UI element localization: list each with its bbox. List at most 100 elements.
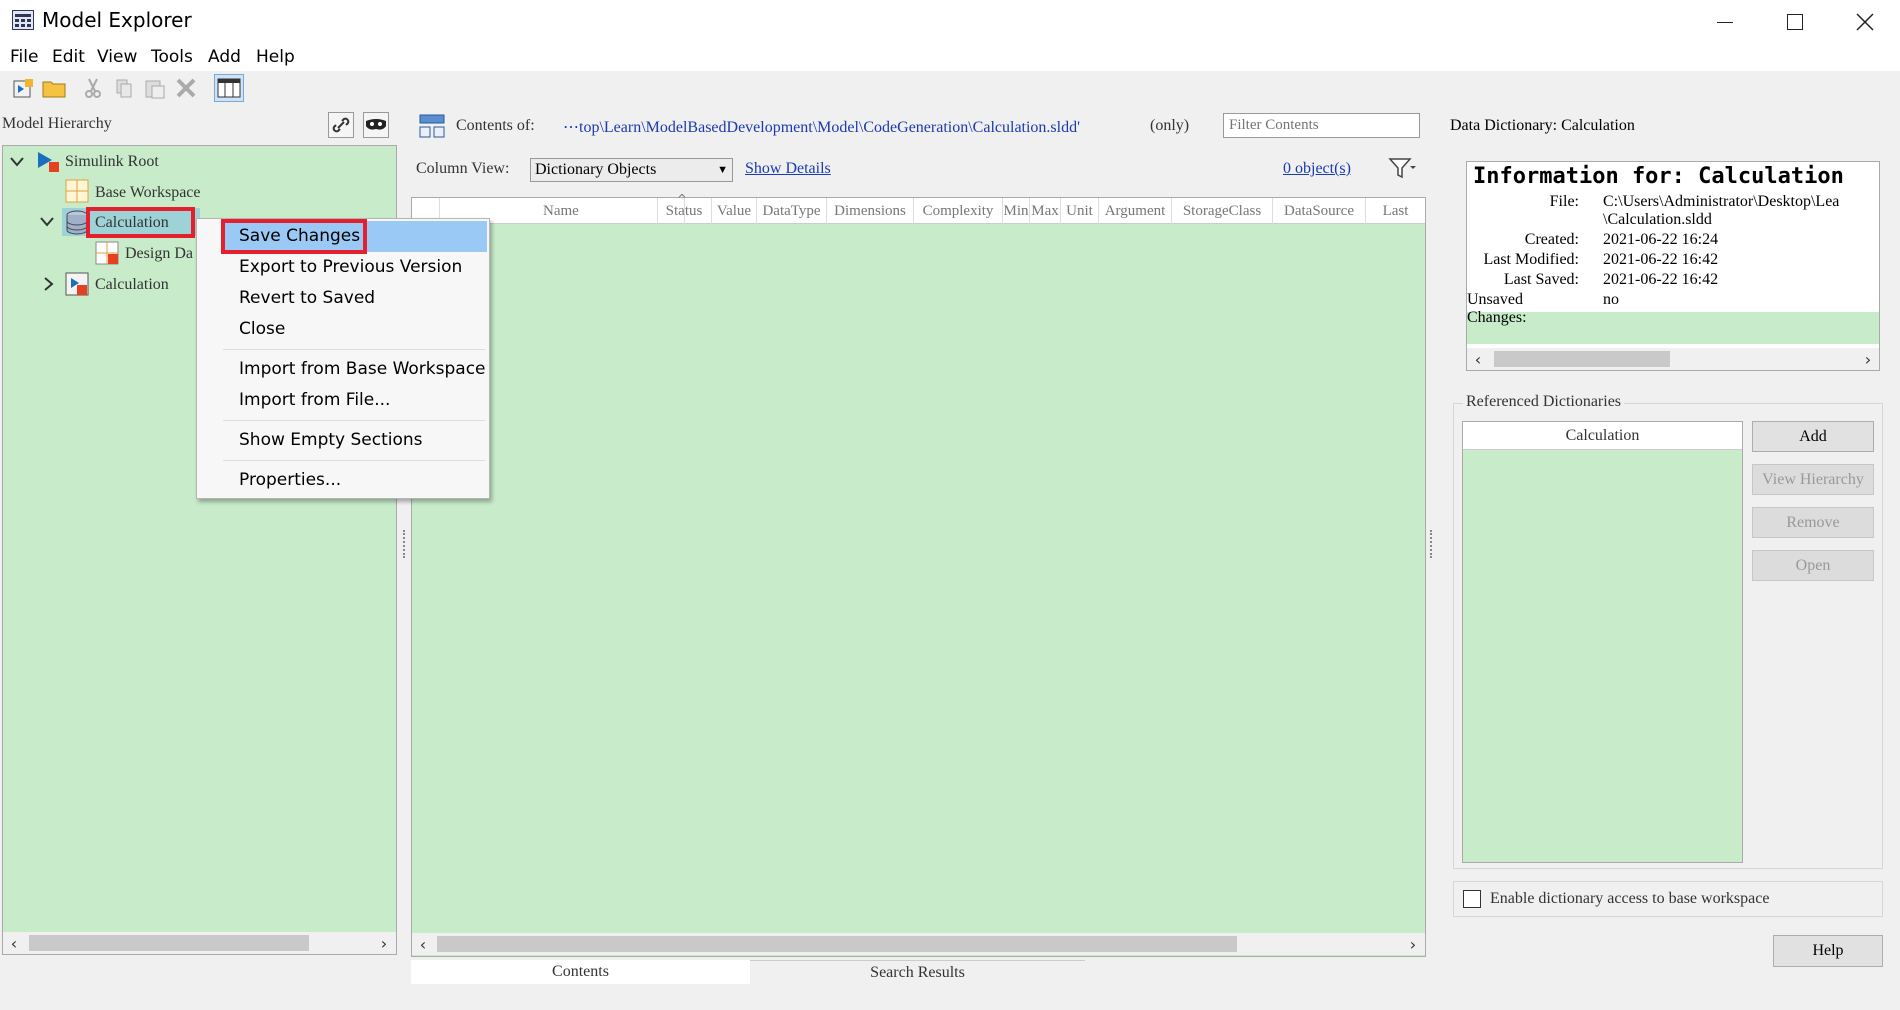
chevron-down-icon[interactable] — [9, 155, 25, 169]
chevron-down-icon[interactable] — [39, 215, 55, 229]
delete-button[interactable] — [173, 75, 199, 101]
scroll-left-icon[interactable]: ‹ — [1467, 348, 1489, 370]
link-button[interactable] — [328, 112, 354, 138]
add-button[interactable]: Add — [1752, 421, 1874, 452]
col-header-complexity[interactable]: Complexity — [914, 198, 1003, 224]
maximize-button[interactable] — [1760, 0, 1830, 44]
enable-access-label: Enable dictionary access to base workspa… — [1490, 890, 1770, 907]
contents-label: Contents of: — [456, 117, 535, 134]
tab-contents[interactable]: Contents — [411, 960, 750, 984]
copy-button[interactable] — [111, 75, 137, 101]
menu-help[interactable]: Help — [256, 47, 295, 67]
show-dialog-pane-button[interactable] — [214, 74, 244, 102]
info-horizontal-scrollbar[interactable]: ‹ › — [1467, 348, 1879, 370]
scroll-thumb[interactable] — [1494, 351, 1670, 367]
scroll-right-icon[interactable]: › — [373, 932, 395, 954]
view-hierarchy-button[interactable]: View Hierarchy — [1752, 464, 1874, 495]
mask-button[interactable] — [363, 112, 389, 138]
remove-button[interactable]: Remove — [1752, 507, 1874, 538]
menu-tools[interactable]: Tools — [151, 47, 193, 67]
scroll-right-icon[interactable]: › — [1402, 933, 1424, 955]
col-header-max[interactable]: Max — [1030, 198, 1061, 224]
open-button[interactable]: Open — [1752, 550, 1874, 581]
menu-view[interactable]: View — [97, 47, 137, 67]
tree-node-simulink-root[interactable]: Simulink Root — [65, 153, 159, 171]
tree-node-design-data[interactable]: Design Da — [125, 245, 193, 263]
table-horizontal-scrollbar[interactable]: ‹ › — [412, 933, 1425, 955]
scroll-thumb[interactable] — [437, 936, 1237, 952]
paste-button[interactable] — [142, 75, 168, 101]
paste-icon — [145, 80, 165, 99]
title-bar: Model Explorer — [0, 0, 1900, 44]
col-header-value[interactable]: Value — [712, 198, 757, 224]
contents-path: ⋯top\Learn\ModelBasedDevelopment\Model\C… — [563, 119, 1080, 136]
col-header-last[interactable]: Last — [1366, 198, 1425, 224]
col-header-unit[interactable]: Unit — [1061, 198, 1099, 224]
tree-node-base-workspace[interactable]: Base Workspace — [95, 184, 201, 202]
scroll-thumb[interactable] — [29, 935, 309, 951]
cut-icon — [85, 78, 101, 98]
menu-item-import-base-workspace[interactable]: Import from Base Workspace — [239, 359, 486, 379]
col-header-datatype[interactable]: DataType — [757, 198, 827, 224]
design-data-icon — [95, 241, 119, 265]
col-header-min[interactable]: Min — [1003, 198, 1030, 224]
menu-item-save-changes[interactable]: Save Changes — [239, 226, 360, 246]
dictionary-header: Data Dictionary: Calculation — [1450, 117, 1635, 134]
menu-separator — [223, 460, 485, 461]
new-model-button[interactable] — [10, 75, 36, 101]
enable-access-checkbox[interactable] — [1463, 890, 1481, 908]
menu-edit[interactable]: Edit — [52, 47, 85, 67]
object-count-link[interactable]: 0 object(s) — [1283, 160, 1351, 178]
menu-item-revert-to-saved[interactable]: Revert to Saved — [239, 288, 375, 308]
highlight-box-calculation — [86, 207, 195, 238]
minimize-button[interactable] — [1690, 0, 1760, 44]
context-menu: Save Changes Export to Previous Version … — [196, 218, 490, 499]
scroll-right-icon[interactable]: › — [1857, 348, 1879, 370]
menu-item-properties[interactable]: Properties... — [239, 470, 341, 490]
column-view-label: Column View: — [416, 160, 510, 177]
left-splitter-handle[interactable] — [403, 530, 407, 558]
delete-icon — [176, 78, 196, 98]
window-title: Model Explorer — [42, 8, 192, 32]
col-header-storageclass[interactable]: StorageClass — [1172, 198, 1273, 224]
show-details-link[interactable]: Show Details — [745, 160, 831, 178]
tab-search-results[interactable]: Search Results — [750, 960, 1085, 984]
col-header-dimensions[interactable]: Dimensions — [827, 198, 914, 224]
simulink-root-icon — [38, 152, 59, 172]
open-button[interactable] — [41, 75, 67, 101]
right-splitter-handle[interactable] — [1430, 530, 1434, 558]
model-icon — [65, 272, 89, 296]
tree-node-calculation-model[interactable]: Calculation — [95, 276, 169, 294]
new-model-icon — [13, 79, 33, 98]
contents-table: Name ^ Status Value DataType Dimensions … — [411, 192, 1426, 957]
scroll-left-icon[interactable]: ‹ — [412, 933, 434, 955]
close-button[interactable] — [1830, 0, 1900, 44]
mask-icon — [366, 119, 386, 130]
menu-file[interactable]: File — [10, 47, 38, 67]
col-header-argument[interactable]: Argument — [1099, 198, 1172, 224]
cut-button[interactable] — [80, 75, 106, 101]
menu-bar: File Edit View Tools Add Help — [0, 44, 1900, 71]
toolbar — [0, 71, 1900, 105]
tree-horizontal-scrollbar[interactable]: ‹ › — [3, 932, 396, 954]
help-button[interactable]: Help — [1773, 935, 1883, 967]
column-view-value: Dictionary Objects — [535, 161, 657, 178]
menu-separator — [223, 349, 485, 350]
workspace-icon — [65, 179, 89, 203]
info-title: Information for: Calculation — [1473, 164, 1844, 189]
app-icon — [12, 10, 34, 30]
model-hierarchy-title: Model Hierarchy — [2, 115, 112, 132]
col-header-status[interactable]: Status — [657, 198, 712, 224]
col-header-datasource[interactable]: DataSource — [1273, 198, 1366, 224]
menu-item-show-empty-sections[interactable]: Show Empty Sections — [239, 430, 423, 450]
menu-add[interactable]: Add — [208, 47, 241, 67]
filter-contents-input[interactable] — [1223, 113, 1420, 138]
menu-item-export-previous-version[interactable]: Export to Previous Version — [239, 257, 462, 277]
referenced-list-header[interactable]: Calculation — [1463, 422, 1742, 450]
column-view-select[interactable]: Dictionary Objects ▼ — [530, 158, 733, 182]
scroll-left-icon[interactable]: ‹ — [3, 932, 25, 954]
menu-item-import-from-file[interactable]: Import from File... — [239, 390, 390, 410]
chevron-right-icon[interactable] — [41, 276, 55, 292]
menu-item-close[interactable]: Close — [239, 319, 285, 339]
filter-icon[interactable] — [1388, 156, 1416, 182]
